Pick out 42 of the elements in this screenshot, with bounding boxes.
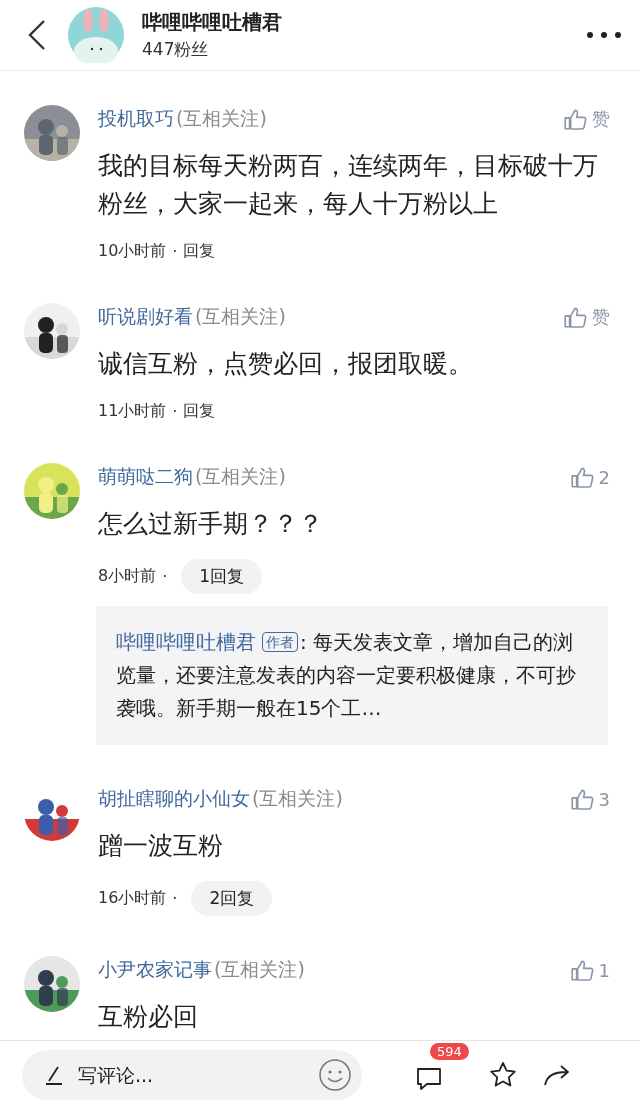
comment-time: 16小时前 — [98, 888, 167, 909]
comment-time: 11小时前 — [98, 400, 167, 422]
follow-status: (互相关注) — [195, 304, 286, 329]
reply-count-button[interactable]: 2回复 — [191, 881, 273, 916]
reply-link[interactable]: 回复 — [183, 240, 216, 262]
like-count: 赞 — [592, 107, 610, 131]
comment-input[interactable]: 写评论... — [76, 1063, 318, 1087]
comment-text: 我的目标每天粉两百，连续两年，目标破十万粉丝，大家一起来，每人十万粉以上 — [98, 150, 599, 220]
follow-status: (互相关注) — [195, 464, 286, 489]
comment-field[interactable]: 写评论... — [22, 1050, 362, 1100]
follower-count: 447粉丝 — [142, 38, 210, 61]
like-count: 赞 — [592, 305, 610, 329]
comment-text: 诚信互粉，点赞必回，报团取暖。 — [98, 348, 473, 380]
emoji-icon[interactable] — [318, 1058, 352, 1092]
separator-dot: · — [172, 401, 178, 421]
commenter-name[interactable]: 小尹农家记事 — [98, 957, 212, 983]
follow-status: (互相关注) — [214, 957, 305, 982]
commenter-name[interactable]: 胡扯瞎聊的小仙女 — [98, 786, 250, 812]
comment-text: 互粉必回 — [98, 1001, 198, 1033]
separator-dot: · — [162, 567, 168, 586]
comment-time: 10小时前 — [98, 240, 167, 262]
reply-link[interactable]: 回复 — [183, 400, 216, 422]
separator-dot: · — [172, 889, 178, 908]
back-icon[interactable] — [26, 18, 48, 52]
like-count: 1 — [598, 959, 610, 981]
account-name: 哔哩哔哩吐槽君 — [142, 9, 283, 36]
comment-text: 怎么过新手期？？？ — [98, 508, 323, 540]
separator-dot: · — [172, 241, 178, 261]
comment-time: 8小时前 — [98, 566, 157, 587]
follow-status: (互相关注) — [176, 106, 267, 131]
commenter-name[interactable]: 投机取巧 — [98, 106, 174, 132]
like-count: 2 — [598, 466, 610, 488]
follow-status: (互相关注) — [252, 786, 343, 811]
comment-count-badge: 594 — [430, 1043, 469, 1060]
comment-text: 蹭一波互粉 — [98, 830, 223, 862]
like-count: 3 — [598, 788, 610, 810]
comment-icon[interactable] — [414, 1068, 444, 1090]
reply-preview[interactable]: 哔哩哔哩吐槽君 作者 : 每天发表文章，增加自己的浏览量，还要注意发表的内容一定要积极健康，不可抄袭哦。新手期一般在15个工… — [96, 606, 608, 745]
more-icon[interactable] — [586, 31, 622, 39]
commenter-name[interactable]: 萌萌哒二狗 — [98, 464, 193, 490]
commenter-name[interactable]: 听说剧好看 — [98, 304, 193, 330]
reply-count-button[interactable]: 1回复 — [181, 559, 263, 594]
